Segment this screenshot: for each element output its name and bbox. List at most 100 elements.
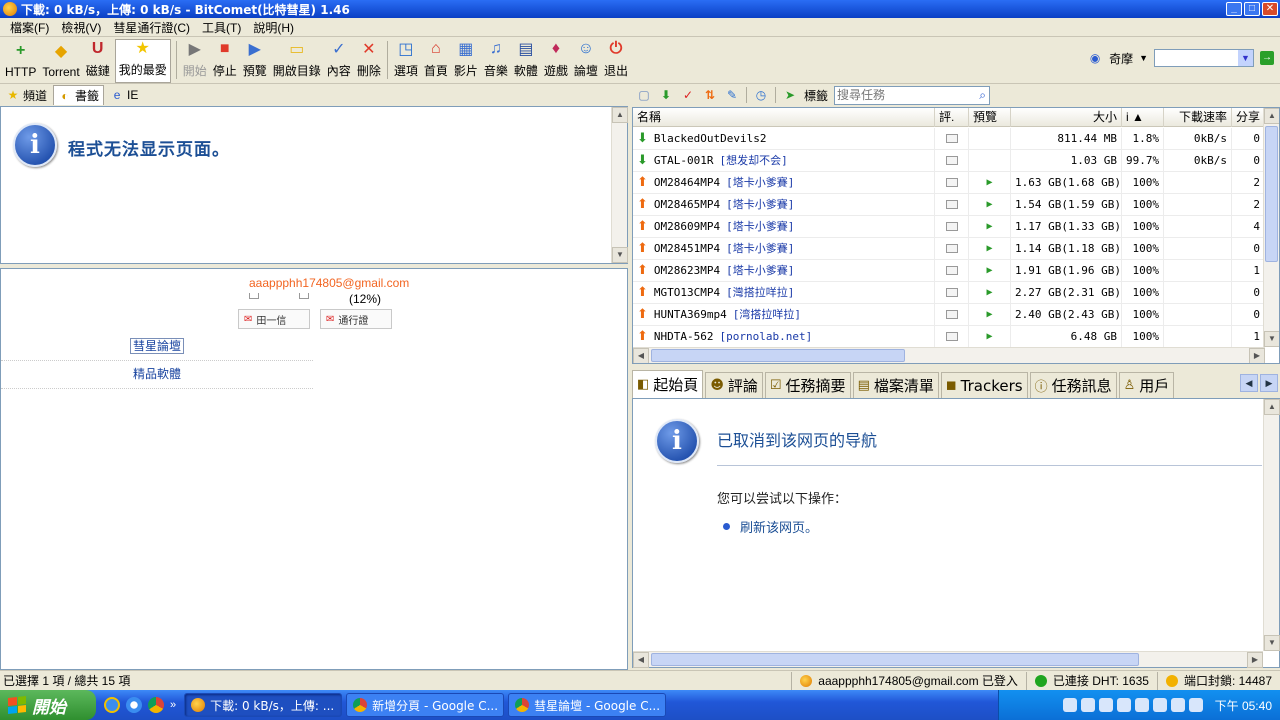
task-preview-cell[interactable]: ▶ <box>969 325 1011 348</box>
download-arrow-icon[interactable]: ⬇ <box>658 87 674 103</box>
start-button[interactable]: 開始 <box>0 690 96 720</box>
task-search-input[interactable]: 搜尋任務 ⌕ <box>834 85 991 105</box>
mail-button[interactable]: ✉ 田一信 <box>238 309 310 329</box>
tab-filelist[interactable]: ▤ 檔案清單 <box>852 372 939 398</box>
task-preview-cell[interactable]: ▶ <box>969 281 1011 304</box>
col-download-speed[interactable]: 下載速率 <box>1164 108 1232 127</box>
task-name-cell[interactable]: ⬆ HUNTA369mp4 [湾搭拉咩拉] <box>633 303 935 326</box>
tab-taskinfo[interactable]: ⓘ 任務訊息 <box>1029 372 1117 398</box>
task-name-cell[interactable]: ⬆ OM28609MP4 [塔卡小爹賽] <box>633 215 935 238</box>
toolbar-button-17[interactable]: ⏻ 退出 <box>601 39 631 83</box>
menu-file[interactable]: 檔案(F) <box>4 19 55 36</box>
task-preview-cell[interactable]: ▶ <box>969 215 1011 238</box>
account-email[interactable]: aaappphh174805@gmail.com <box>249 276 409 290</box>
tray-icon[interactable] <box>1152 698 1167 712</box>
web-search-input[interactable]: ▼ <box>1154 49 1254 67</box>
toolbar-button-13[interactable]: ♫ 音樂 <box>481 39 511 83</box>
scroll-thumb[interactable] <box>1265 126 1278 262</box>
task-name-cell[interactable]: ⬆ OM28451MP4 [塔卡小爹賽] <box>633 237 935 260</box>
minimize-button[interactable]: _ <box>1226 2 1242 16</box>
tag-icon[interactable]: ➤ <box>782 87 798 103</box>
chevron-down-icon[interactable]: ▼ <box>1238 50 1253 66</box>
toolbar-button-5[interactable]: ■ 停止 <box>210 39 240 83</box>
task-name-cell[interactable]: ⬆ MGTO13CMP4 [灣搭拉咩拉] <box>633 281 935 304</box>
tab-ie[interactable]: e IE <box>106 85 142 105</box>
menu-help[interactable]: 說明(H) <box>247 19 300 36</box>
search-icon[interactable]: ⌕ <box>979 87 986 104</box>
tab-scroll-left-icon[interactable]: ◀ <box>1240 374 1258 392</box>
table-row[interactable]: ⬆ OM28451MP4 [塔卡小爹賽] ▶ 1.14 GB(1.18 GB) 100% 0 <box>633 237 1265 260</box>
col-share[interactable]: 分享 <box>1232 108 1265 127</box>
task-name-cell[interactable]: ⬆ NHDTA-562 [pornolab.net] <box>633 325 935 348</box>
scroll-thumb[interactable] <box>651 653 1139 666</box>
tray-icon[interactable] <box>1170 698 1185 712</box>
scroll-thumb[interactable] <box>651 349 905 362</box>
toolbar-button-16[interactable]: ☺ 論壇 <box>571 39 601 83</box>
tab-user[interactable]: ♙ 用戶 <box>1118 372 1175 398</box>
toolbar-button-11[interactable]: ⌂ 首頁 <box>421 39 451 83</box>
login-status[interactable]: aaappphh174805@gmail.com 已登入 <box>791 671 1026 690</box>
scroll-left-icon[interactable]: ◀ <box>633 348 649 363</box>
task-rating-cell[interactable] <box>935 149 969 172</box>
forum-link[interactable]: 彗星論壇 <box>1 333 313 361</box>
passport-button[interactable]: ✉ 通行證 <box>320 309 392 329</box>
toolbar-button-7[interactable]: ▭ 開啟目錄 <box>270 39 324 83</box>
task-name-cell[interactable]: ⬆ OM28465MP4 [塔卡小爹賽] <box>633 193 935 216</box>
task-rating-cell[interactable] <box>935 325 969 348</box>
table-row[interactable]: ⬆ OM28465MP4 [塔卡小爹賽] ▶ 1.54 GB(1.59 GB) 100% 2 <box>633 193 1265 216</box>
task-rating-cell[interactable] <box>935 259 969 282</box>
scroll-right-icon[interactable]: ▶ <box>1247 652 1263 668</box>
task-rating-cell[interactable] <box>935 127 969 150</box>
tray-icon[interactable] <box>1134 698 1149 712</box>
maximize-button[interactable]: □ <box>1244 2 1260 16</box>
task-preview-cell[interactable]: ▶ <box>969 259 1011 282</box>
menu-view[interactable]: 檢視(V) <box>55 19 107 36</box>
task-name-cell[interactable]: ⬆ OM28464MP4 [塔卡小爹賽] <box>633 171 935 194</box>
toolbar-button-9[interactable]: ✕ 刪除 <box>354 39 384 83</box>
toolbar-button-8[interactable]: ✓ 內容 <box>324 39 354 83</box>
table-row[interactable]: ⬆ MGTO13CMP4 [灣搭拉咩拉] ▶ 2.27 GB(2.31 GB) 100% 0 <box>633 281 1265 304</box>
tray-icon[interactable] <box>1098 698 1113 712</box>
ie-icon[interactable] <box>104 697 120 713</box>
table-row[interactable]: ⬆ HUNTA369mp4 [湾搭拉咩拉] ▶ 2.40 GB(2.43 GB) 100%… <box>633 303 1265 326</box>
col-progress[interactable]: i ▲ <box>1122 108 1164 127</box>
toolbar-button-0[interactable]: + HTTP <box>2 39 39 83</box>
col-size[interactable]: 大小 <box>1011 108 1122 127</box>
startpage-vertical-scrollbar[interactable]: ▲ ▼ <box>1263 399 1280 651</box>
check-icon[interactable]: ✓ <box>680 87 696 103</box>
toolbar-button-2[interactable]: U 磁鏈 <box>83 39 113 83</box>
task-rating-cell[interactable] <box>935 171 969 194</box>
task-preview-cell[interactable]: ▶ <box>969 303 1011 326</box>
quick-launch-more-icon[interactable]: » <box>170 699 176 711</box>
task-preview-cell[interactable]: ▶ <box>969 171 1011 194</box>
toolbar-button-14[interactable]: ▤ 軟體 <box>511 39 541 83</box>
search-provider[interactable]: 奇摩 <box>1109 50 1133 67</box>
toolbar-button-10[interactable]: ◳ 選項 <box>391 39 421 83</box>
taskbar-task-1[interactable]: 新增分頁 - Google C... <box>346 693 505 717</box>
table-row[interactable]: ⬆ OM28623MP4 [塔卡小爹賽] ▶ 1.91 GB(1.96 GB) 100% 1 <box>633 259 1265 282</box>
tab-trackers[interactable]: ◼ Trackers <box>940 372 1028 398</box>
tags-label[interactable]: 標籤 <box>804 87 828 104</box>
toolbar-button-3[interactable]: ★ 我的最愛 <box>114 39 171 83</box>
taskbar-task-0[interactable]: 下載: 0 kB/s，上傳: ... <box>184 693 343 717</box>
tab-summary[interactable]: ☑ 任務摘要 <box>764 372 851 398</box>
tray-icon[interactable] <box>1062 698 1077 712</box>
go-button[interactable]: → <box>1260 51 1274 65</box>
task-rating-cell[interactable] <box>935 215 969 238</box>
task-preview-cell[interactable]: ▶ <box>969 237 1011 260</box>
tray-icon[interactable] <box>1116 698 1131 712</box>
scroll-right-icon[interactable]: ▶ <box>1249 348 1265 363</box>
scheduler-icon[interactable]: ◷ <box>753 87 769 103</box>
col-name[interactable]: 名稱 <box>633 108 935 127</box>
tab-bookmarks[interactable]: ◐ 書籤 <box>53 85 105 105</box>
menu-passport[interactable]: 彗星通行證(C) <box>107 19 196 36</box>
col-preview[interactable]: 預覽 <box>969 108 1011 127</box>
tab-comment[interactable]: ☻ 評論 <box>705 372 763 398</box>
table-row[interactable]: ⬆ OM28609MP4 [塔卡小爹賽] ▶ 1.17 GB(1.33 GB) 100% 4 <box>633 215 1265 238</box>
col-rating[interactable]: 評. <box>935 108 969 127</box>
task-preview-cell[interactable] <box>969 149 1011 172</box>
chrome-icon[interactable] <box>148 697 164 713</box>
tab-scroll-right-icon[interactable]: ▶ <box>1260 374 1278 392</box>
scroll-left-icon[interactable]: ◀ <box>633 652 649 668</box>
task-rating-cell[interactable] <box>935 303 969 326</box>
